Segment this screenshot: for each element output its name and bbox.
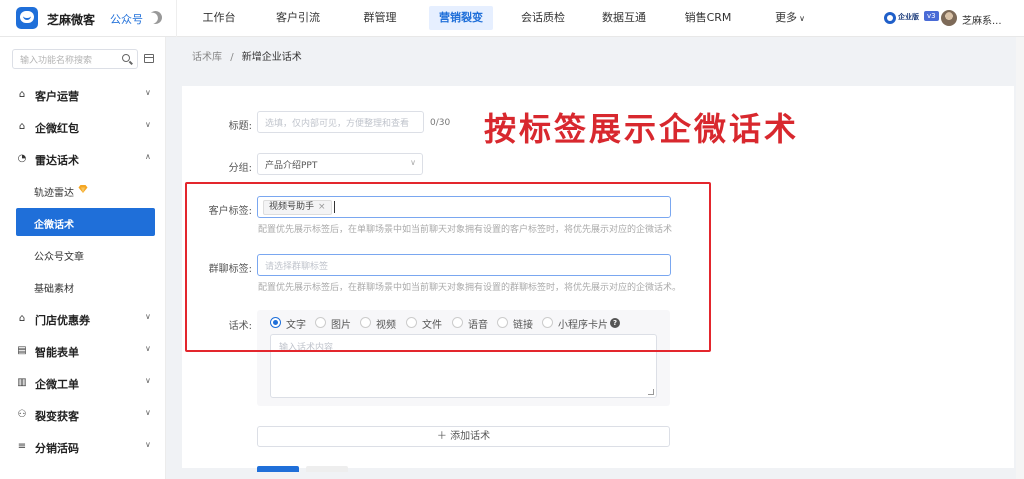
app-logo-icon[interactable] bbox=[16, 7, 38, 29]
sidebar-group-fission[interactable]: ⚇ 裂变获客 ∨ bbox=[0, 400, 166, 430]
title-placeholder: 选填，仅内部可见，方便整理和查看 bbox=[265, 119, 410, 129]
sidebar-group-label: 门店优惠券 bbox=[35, 314, 90, 327]
chevron-down-icon: ∨ bbox=[145, 120, 151, 129]
search-placeholder: 输入功能名称搜索 bbox=[20, 56, 93, 66]
sidebar-group-store-coupons[interactable]: ⌂ 门店优惠券 ∨ bbox=[0, 304, 166, 334]
chevron-up-icon: ∧ bbox=[145, 152, 151, 161]
chevron-down-icon: ∨ bbox=[145, 440, 151, 449]
account-type-switch[interactable]: 公众号 bbox=[110, 11, 143, 27]
sidebar-group-distribution[interactable]: ≡ 分销活码 ∨ bbox=[0, 432, 166, 462]
sidebar-group-label: 智能表单 bbox=[35, 346, 79, 359]
ticket-icon: ▥ bbox=[17, 377, 27, 388]
nav-item-data-sync[interactable]: 数据互通 bbox=[601, 6, 647, 30]
sidebar-group-label: 客户运营 bbox=[35, 90, 79, 103]
chevron-down-icon: ∨ bbox=[145, 312, 151, 321]
nav-item-group-management[interactable]: 群管理 bbox=[360, 6, 400, 30]
brand-name: 芝麻微客 bbox=[47, 13, 96, 27]
sidebar-group-work-orders[interactable]: ▥ 企微工单 ∨ bbox=[0, 368, 166, 398]
sidebar-group-label: 雷达话术 bbox=[35, 154, 79, 167]
top-bar: 芝麻微客 公众号 工作台 客户引流 群管理 营销裂变 会话质检 数据互通 销售C… bbox=[0, 0, 1024, 37]
sidebar-group-label: 企微工单 bbox=[35, 378, 79, 391]
sidebar-item-basic-materials[interactable]: 基础素材 bbox=[0, 272, 166, 300]
chevron-down-icon: ∨ bbox=[799, 14, 805, 23]
home-icon: ⌂ bbox=[18, 313, 26, 324]
edition-label: 企业版 bbox=[898, 13, 919, 21]
group-label: 分组: bbox=[228, 163, 252, 174]
breadcrumb-current: 新增企业话术 bbox=[241, 52, 302, 63]
form-icon: ▤ bbox=[17, 345, 27, 356]
username[interactable]: 芝麻系... bbox=[962, 12, 1002, 27]
nav-item-session-inspection[interactable]: 会话质检 bbox=[520, 6, 566, 30]
submit-button[interactable] bbox=[257, 466, 299, 472]
radar-icon: ◔ bbox=[17, 153, 27, 164]
sidebar-group-label: 分销活码 bbox=[35, 442, 79, 455]
nav-item-more[interactable]: 更多 ∨ bbox=[770, 6, 810, 30]
search-icon[interactable] bbox=[122, 54, 130, 62]
sidebar-group-radar-scripts[interactable]: ◔ 雷达话术 ∧ bbox=[0, 144, 166, 174]
cancel-button[interactable] bbox=[306, 466, 348, 472]
add-script-button[interactable]: ＋ 添加话术 bbox=[257, 426, 670, 447]
title-input[interactable]: 选填，仅内部可见，方便整理和查看 bbox=[257, 111, 424, 133]
chevron-down-icon: ∨ bbox=[145, 408, 151, 417]
dark-mode-icon[interactable] bbox=[147, 9, 165, 27]
sidebar-group-smart-forms[interactable]: ▤ 智能表单 ∨ bbox=[0, 336, 166, 366]
users-icon: ⚇ bbox=[17, 409, 27, 420]
breadcrumb-separator: / bbox=[230, 52, 234, 63]
annotation-highlight-box bbox=[185, 182, 711, 352]
group-select[interactable]: 产品介绍PPT ∨ bbox=[257, 153, 423, 175]
main-nav: 工作台 客户引流 群管理 营销裂变 会话质检 数据互通 销售CRM 更多 ∨ bbox=[176, 0, 805, 37]
sidebar-item-label: 企微话术 bbox=[34, 220, 74, 231]
nav-item-workbench[interactable]: 工作台 bbox=[199, 6, 239, 30]
sidebar-item-track-radar[interactable]: 轨迹雷达 bbox=[0, 176, 166, 204]
sidebar-search-input[interactable]: 输入功能名称搜索 bbox=[12, 49, 138, 69]
sidebar-group-customer-ops[interactable]: ⌂ 客户运营 ∨ bbox=[0, 80, 166, 110]
home-icon: ⌂ bbox=[18, 121, 26, 132]
breadcrumb: 话术库 / 新增企业话术 bbox=[192, 48, 302, 63]
sidebar-item-wecom-scripts[interactable]: 企微话术 bbox=[16, 208, 155, 236]
chevron-down-icon: ∨ bbox=[145, 376, 151, 385]
sidebar-item-label: 公众号文章 bbox=[34, 252, 84, 263]
page-scrollbar[interactable] bbox=[1016, 37, 1024, 479]
sidebar-group-label: 企微红包 bbox=[35, 122, 79, 135]
resize-handle-icon[interactable] bbox=[648, 389, 654, 395]
edition-version: v3 bbox=[924, 11, 939, 21]
chevron-down-icon: ∨ bbox=[410, 158, 416, 167]
home-icon: ⌂ bbox=[18, 89, 26, 100]
list-icon: ≡ bbox=[17, 441, 27, 452]
sidebar-group-red-packet[interactable]: ⌂ 企微红包 ∨ bbox=[0, 112, 166, 142]
annotation-text: 按标签展示企微话术 bbox=[484, 110, 800, 148]
nav-item-sales-crm[interactable]: 销售CRM bbox=[683, 6, 733, 30]
chevron-down-icon: ∨ bbox=[145, 344, 151, 353]
avatar[interactable] bbox=[941, 10, 957, 26]
edition-logo-icon bbox=[884, 12, 896, 24]
nav-more-label: 更多 bbox=[775, 11, 798, 24]
sidebar-item-label: 基础素材 bbox=[34, 284, 74, 295]
nav-item-customer-acquisition[interactable]: 客户引流 bbox=[273, 6, 323, 30]
nav-item-marketing[interactable]: 营销裂变 bbox=[429, 6, 493, 30]
chevron-down-icon: ∨ bbox=[145, 88, 151, 97]
breadcrumb-root[interactable]: 话术库 bbox=[192, 52, 222, 63]
diamond-icon bbox=[78, 185, 88, 193]
group-select-value: 产品介绍PPT bbox=[265, 161, 318, 171]
sidebar-item-label: 轨迹雷达 bbox=[34, 188, 74, 199]
sidebar-item-official-articles[interactable]: 公众号文章 bbox=[0, 240, 166, 268]
sidebar-group-label: 裂变获客 bbox=[35, 410, 79, 423]
layout-toggle-icon[interactable] bbox=[144, 54, 154, 63]
title-label: 标题: bbox=[228, 121, 252, 132]
title-char-counter: 0/30 bbox=[430, 118, 451, 128]
sidebar: 输入功能名称搜索 ⌂ 客户运营 ∨ ⌂ 企微红包 ∨ ◔ 雷达话术 ∧ 轨迹雷达… bbox=[0, 37, 166, 479]
edition-badge: 企业版 v3 bbox=[884, 11, 939, 25]
